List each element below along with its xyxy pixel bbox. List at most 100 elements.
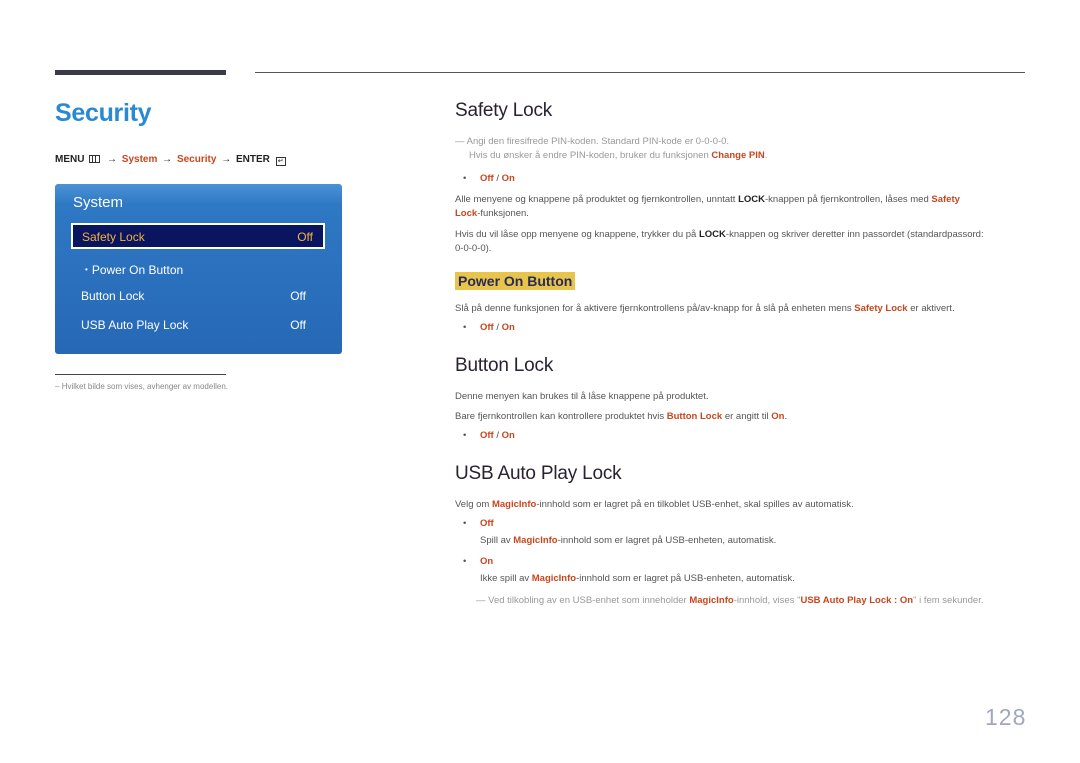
menu-path-security: Security xyxy=(176,154,217,165)
option-sep: / xyxy=(493,173,502,184)
menu-path-system: System xyxy=(121,154,158,165)
text: Velg om xyxy=(455,499,492,510)
footnote-rule xyxy=(55,374,226,375)
menu-label: MENU xyxy=(55,154,85,165)
safety-lock-para2: Hvis du vil låse opp menyene og knappene… xyxy=(455,228,1020,256)
text: Ved tilkobling av en USB-enhet som inneh… xyxy=(488,595,690,606)
osd-item-power-on-button[interactable]: • Power On Button xyxy=(85,263,183,277)
bullet-icon: • xyxy=(463,430,467,441)
arrow-icon: → xyxy=(221,154,232,165)
osd-title: System xyxy=(73,194,124,211)
option-on-desc: Ikke spill av MagicInfo-innhold som er l… xyxy=(480,572,1020,586)
usb-auto-play-lock-para: Velg om MagicInfo-innhold som er lagret … xyxy=(455,498,1020,512)
osd-item-button-lock[interactable]: Button Lock Off xyxy=(81,289,306,303)
menu-path: MENU → System → Security → ENTER ↵ xyxy=(55,154,286,166)
text: Bare fjernkontrollen kan kontrollere pro… xyxy=(455,411,667,422)
text: er angitt til xyxy=(722,411,772,422)
osd-item-label: Button Lock xyxy=(81,289,145,303)
button-lock-para1: Denne menyen kan brukes til å låse knapp… xyxy=(455,391,709,402)
note-text: . xyxy=(764,150,768,161)
text: -innhold som er lagret på en tilkoblet U… xyxy=(536,499,854,510)
osd-item-usb-auto-play-lock[interactable]: USB Auto Play Lock Off xyxy=(81,318,306,332)
button-lock-ref: Button Lock xyxy=(666,411,723,422)
lock-ref: Lock xyxy=(455,208,478,219)
enter-label: ENTER xyxy=(235,154,270,165)
text: -knappen på fjernkontrollen, låses med xyxy=(765,194,932,205)
text: -funksjonen. xyxy=(477,208,529,219)
lock-key: LOCK xyxy=(738,194,766,205)
note-text: Hvis du ønsker å endre PIN-koden, bruker… xyxy=(469,150,712,161)
safety-ref: Safety xyxy=(931,194,960,205)
power-on-button-options: Off / On xyxy=(480,322,515,333)
on-ref: On xyxy=(771,411,785,422)
heading-power-on-button: Power On Button xyxy=(455,272,576,290)
footnote-text: Hvilket bilde som vises, avhenger av mod… xyxy=(61,382,228,391)
text: -knappen og skriver deretter inn passord… xyxy=(725,229,984,240)
osd-item-value: Off xyxy=(297,230,313,244)
text: Alle menyene og knappene på produktet og… xyxy=(455,194,739,205)
option-off: Off xyxy=(480,173,494,184)
text: Hvis du vil låse opp menyene og knappene… xyxy=(455,229,699,240)
magicinfo-ref: MagicInfo xyxy=(531,573,577,584)
magicinfo-ref: MagicInfo xyxy=(689,595,734,606)
text: Slå på denne funksjonen for å aktivere f… xyxy=(455,303,855,314)
page-number: 128 xyxy=(985,704,1027,730)
bullet-icon: • xyxy=(463,518,467,529)
osd-item-label: USB Auto Play Lock xyxy=(81,318,189,332)
option-on: On xyxy=(480,556,494,567)
osd-item-label: Power On Button xyxy=(91,263,184,277)
bullet-icon: • xyxy=(85,265,88,274)
option-on: On xyxy=(501,173,515,184)
heading-usb-auto-play-lock: USB Auto Play Lock xyxy=(455,463,622,484)
osd-menu-panel: System Safety Lock Off • Power On Button … xyxy=(55,184,342,354)
safety-lock-options: Off / On xyxy=(480,173,515,184)
option-sep: / xyxy=(493,322,502,333)
bullet-icon: • xyxy=(463,173,467,184)
power-on-button-para: Slå på denne funksjonen for å aktivere f… xyxy=(455,302,1020,316)
text: Ikke spill av xyxy=(480,573,532,584)
option-off-desc: Spill av MagicInfo-innhold som er lagret… xyxy=(480,534,1020,548)
text: Spill av xyxy=(480,535,514,546)
option-sep: / xyxy=(493,430,502,441)
change-pin-ref: Change PIN xyxy=(711,150,765,161)
bullet-icon: • xyxy=(463,322,467,333)
osd-item-label: Safety Lock xyxy=(82,230,145,244)
lock-key: LOCK xyxy=(698,229,726,240)
header-rule-thick xyxy=(55,70,226,75)
menu-grid-icon xyxy=(89,155,101,163)
safety-lock-note: — Angi den firesifrede PIN-koden. Standa… xyxy=(455,135,1020,163)
footnote-dash: – xyxy=(55,382,60,391)
safety-lock-ref: Safety Lock xyxy=(854,303,908,314)
arrow-icon: → xyxy=(107,154,118,165)
osd-item-value: Off xyxy=(290,289,306,303)
text: -innhold, vises " xyxy=(733,595,801,606)
enter-icon: ↵ xyxy=(275,157,286,166)
option-off: Off xyxy=(480,322,494,333)
osd-item-safety-lock[interactable]: Safety Lock Off xyxy=(71,223,325,249)
note-dash: — xyxy=(455,136,465,147)
status-message-ref: USB Auto Play Lock : On xyxy=(800,595,914,606)
arrow-icon: → xyxy=(162,154,173,165)
button-lock-options: Off / On xyxy=(480,430,515,441)
heading-button-lock: Button Lock xyxy=(455,355,554,376)
text: . xyxy=(784,411,788,422)
header-rule-thin xyxy=(255,72,1025,73)
button-lock-para2: Bare fjernkontrollen kan kontrollere pro… xyxy=(455,410,1020,424)
page-title: Security xyxy=(55,99,152,127)
text: -innhold som er lagret på USB-enheten, a… xyxy=(576,573,795,584)
note-dash: — xyxy=(476,595,486,606)
footnote: – Hvilket bilde som vises, avhenger av m… xyxy=(55,382,228,391)
note-text: Angi den firesifrede PIN-koden. Standard… xyxy=(466,136,730,147)
option-off: Off xyxy=(480,430,494,441)
text: " i fem sekunder. xyxy=(913,595,984,606)
osd-item-value: Off xyxy=(290,318,306,332)
heading-safety-lock: Safety Lock xyxy=(455,100,553,121)
text: -innhold som er lagret på USB-enheten, a… xyxy=(557,535,777,546)
safety-lock-para1: Alle menyene og knappene på produktet og… xyxy=(455,193,1020,221)
bullet-icon: • xyxy=(463,556,467,567)
option-on: On xyxy=(501,322,515,333)
magicinfo-ref: MagicInfo xyxy=(491,499,537,510)
text: 0-0-0-0). xyxy=(455,243,492,254)
text: er aktivert. xyxy=(907,303,955,314)
usb-auto-play-lock-note: — Ved tilkobling av en USB-enhet som inn… xyxy=(476,594,1036,608)
